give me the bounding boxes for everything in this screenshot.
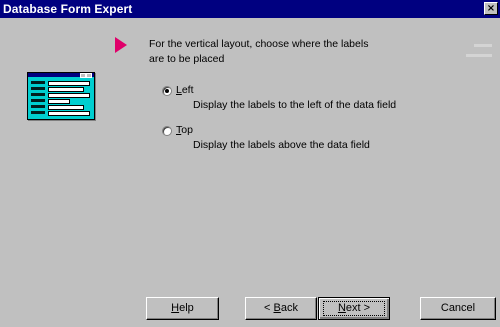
instruction-line-1: For the vertical layout, choose where th…: [149, 38, 369, 50]
next-button[interactable]: Next >: [318, 297, 390, 320]
option-top-label[interactable]: Top: [176, 124, 193, 136]
option-left-description: Display the labels to the left of the da…: [193, 99, 397, 111]
help-button[interactable]: Help: [146, 297, 219, 320]
instruction-line-2: are to be placed: [149, 53, 225, 65]
form-layout-preview-icon: [27, 72, 95, 120]
radio-selected-dot: [165, 89, 169, 93]
focus-rectangle: [323, 301, 385, 316]
back-button[interactable]: < Back: [245, 297, 317, 320]
preview-window-button: [86, 73, 92, 78]
watermark-mark: [474, 44, 492, 47]
option-left-label[interactable]: Left: [176, 84, 194, 96]
database-form-expert-dialog: Database Form Expert × For the vertical …: [0, 0, 500, 327]
title-bar[interactable]: Database Form Expert ×: [0, 0, 500, 18]
pointer-arrow-icon: [115, 37, 127, 53]
radio-top[interactable]: [162, 126, 172, 136]
cancel-button[interactable]: Cancel: [420, 297, 496, 320]
option-top-description: Display the labels above the data field: [193, 139, 370, 151]
radio-left[interactable]: [162, 86, 172, 96]
window-title: Database Form Expert: [3, 2, 133, 16]
close-icon[interactable]: ×: [484, 2, 498, 15]
watermark-mark: [466, 54, 492, 57]
